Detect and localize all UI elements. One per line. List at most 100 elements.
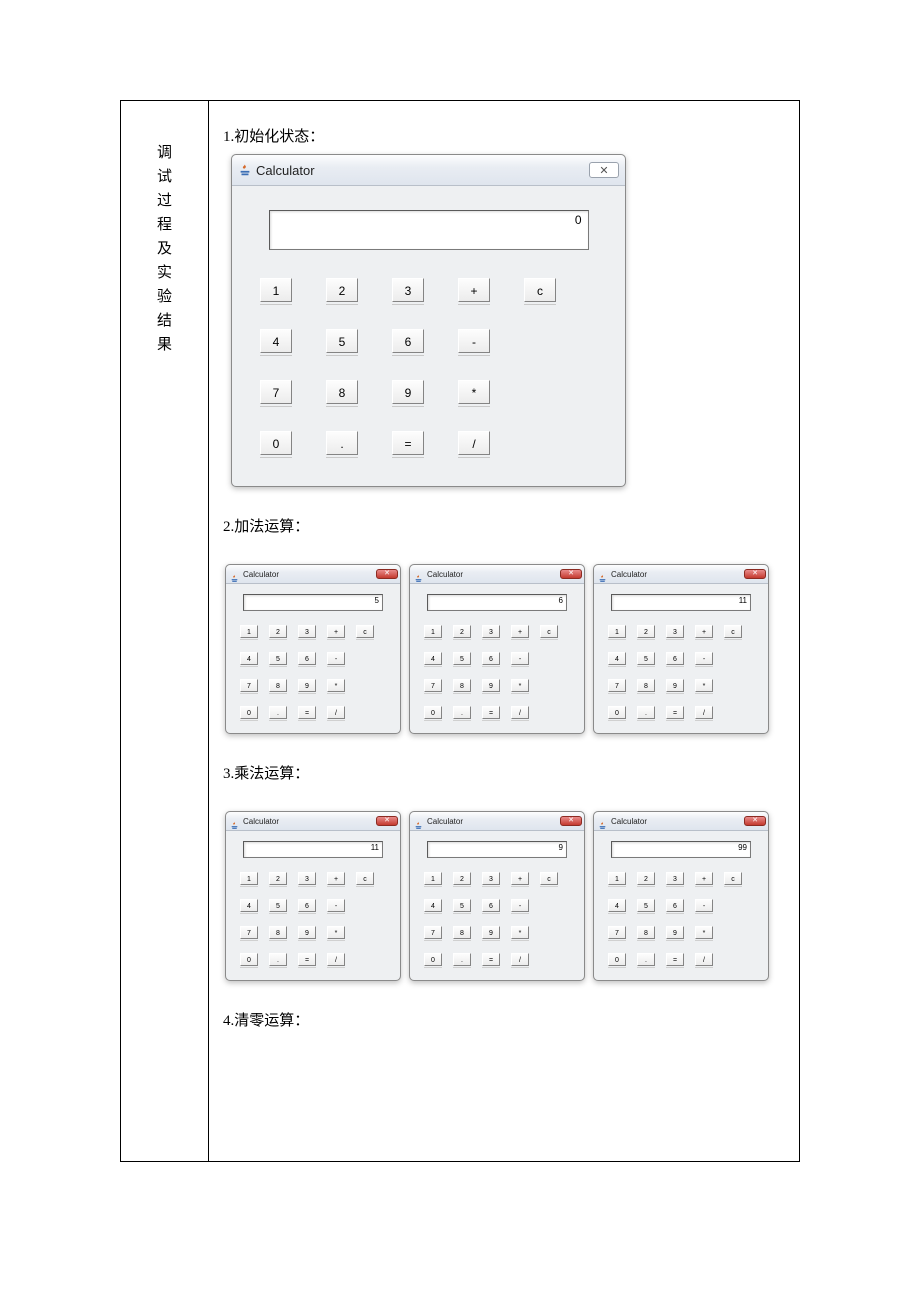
key-equals[interactable]: = bbox=[666, 706, 684, 719]
close-button[interactable]: ✕ bbox=[744, 569, 766, 579]
key-1[interactable]: 1 bbox=[424, 625, 442, 638]
key-clear[interactable]: c bbox=[356, 625, 374, 638]
key-divide[interactable]: / bbox=[695, 953, 713, 966]
key-multiply[interactable]: * bbox=[327, 679, 345, 692]
key-dot[interactable]: . bbox=[269, 953, 287, 966]
key-equals[interactable]: = bbox=[298, 953, 316, 966]
key-1[interactable]: 1 bbox=[240, 872, 258, 885]
key-minus[interactable]: - bbox=[327, 652, 345, 665]
key-6[interactable]: 6 bbox=[298, 652, 316, 665]
key-6[interactable]: 6 bbox=[482, 652, 500, 665]
key-2[interactable]: 2 bbox=[637, 872, 655, 885]
key-7[interactable]: 7 bbox=[260, 380, 292, 404]
key-2[interactable]: 2 bbox=[453, 872, 471, 885]
key-8[interactable]: 8 bbox=[637, 679, 655, 692]
key-4[interactable]: 4 bbox=[424, 652, 442, 665]
key-equals[interactable]: = bbox=[392, 431, 424, 455]
key-3[interactable]: 3 bbox=[666, 625, 684, 638]
key-9[interactable]: 9 bbox=[298, 926, 316, 939]
key-6[interactable]: 6 bbox=[482, 899, 500, 912]
key-minus[interactable]: - bbox=[327, 899, 345, 912]
key-equals[interactable]: = bbox=[482, 706, 500, 719]
key-4[interactable]: 4 bbox=[608, 899, 626, 912]
key-2[interactable]: 2 bbox=[269, 625, 287, 638]
key-divide[interactable]: / bbox=[511, 706, 529, 719]
key-4[interactable]: 4 bbox=[424, 899, 442, 912]
key-0[interactable]: 0 bbox=[240, 953, 258, 966]
key-clear[interactable]: c bbox=[724, 872, 742, 885]
key-3[interactable]: 3 bbox=[482, 872, 500, 885]
key-8[interactable]: 8 bbox=[453, 679, 471, 692]
key-dot[interactable]: . bbox=[326, 431, 358, 455]
key-1[interactable]: 1 bbox=[608, 625, 626, 638]
key-4[interactable]: 4 bbox=[260, 329, 292, 353]
key-0[interactable]: 0 bbox=[608, 953, 626, 966]
key-multiply[interactable]: * bbox=[695, 679, 713, 692]
key-dot[interactable]: . bbox=[637, 706, 655, 719]
close-button[interactable]: ✕ bbox=[376, 569, 398, 579]
key-clear[interactable]: c bbox=[540, 872, 558, 885]
close-button[interactable]: ✕ bbox=[376, 816, 398, 826]
key-minus[interactable]: - bbox=[511, 652, 529, 665]
key-3[interactable]: 3 bbox=[298, 872, 316, 885]
key-5[interactable]: 5 bbox=[269, 899, 287, 912]
key-7[interactable]: 7 bbox=[240, 679, 258, 692]
key-4[interactable]: 4 bbox=[608, 652, 626, 665]
key-3[interactable]: 3 bbox=[482, 625, 500, 638]
key-5[interactable]: 5 bbox=[637, 899, 655, 912]
key-dot[interactable]: . bbox=[453, 706, 471, 719]
key-plus[interactable]: + bbox=[458, 278, 490, 302]
key-divide[interactable]: / bbox=[695, 706, 713, 719]
key-equals[interactable]: = bbox=[666, 953, 684, 966]
key-2[interactable]: 2 bbox=[637, 625, 655, 638]
key-1[interactable]: 1 bbox=[424, 872, 442, 885]
key-clear[interactable]: c bbox=[724, 625, 742, 638]
close-button[interactable]: ✕ bbox=[560, 569, 582, 579]
key-equals[interactable]: = bbox=[298, 706, 316, 719]
key-divide[interactable]: / bbox=[458, 431, 490, 455]
key-6[interactable]: 6 bbox=[666, 652, 684, 665]
key-dot[interactable]: . bbox=[637, 953, 655, 966]
close-button[interactable]: ✕ bbox=[744, 816, 766, 826]
key-2[interactable]: 2 bbox=[269, 872, 287, 885]
key-multiply[interactable]: * bbox=[511, 926, 529, 939]
key-9[interactable]: 9 bbox=[666, 926, 684, 939]
key-dot[interactable]: . bbox=[453, 953, 471, 966]
key-minus[interactable]: - bbox=[511, 899, 529, 912]
key-9[interactable]: 9 bbox=[482, 679, 500, 692]
key-4[interactable]: 4 bbox=[240, 899, 258, 912]
key-7[interactable]: 7 bbox=[608, 679, 626, 692]
key-8[interactable]: 8 bbox=[269, 679, 287, 692]
key-1[interactable]: 1 bbox=[608, 872, 626, 885]
key-9[interactable]: 9 bbox=[298, 679, 316, 692]
key-minus[interactable]: - bbox=[695, 899, 713, 912]
key-6[interactable]: 6 bbox=[392, 329, 424, 353]
key-plus[interactable]: + bbox=[511, 625, 529, 638]
key-8[interactable]: 8 bbox=[326, 380, 358, 404]
key-1[interactable]: 1 bbox=[240, 625, 258, 638]
key-plus[interactable]: + bbox=[695, 872, 713, 885]
key-0[interactable]: 0 bbox=[424, 953, 442, 966]
key-6[interactable]: 6 bbox=[298, 899, 316, 912]
key-0[interactable]: 0 bbox=[260, 431, 292, 455]
key-0[interactable]: 0 bbox=[240, 706, 258, 719]
key-plus[interactable]: + bbox=[327, 872, 345, 885]
key-5[interactable]: 5 bbox=[269, 652, 287, 665]
key-4[interactable]: 4 bbox=[240, 652, 258, 665]
key-plus[interactable]: + bbox=[695, 625, 713, 638]
key-9[interactable]: 9 bbox=[392, 380, 424, 404]
key-8[interactable]: 8 bbox=[637, 926, 655, 939]
key-3[interactable]: 3 bbox=[392, 278, 424, 302]
key-divide[interactable]: / bbox=[327, 953, 345, 966]
key-5[interactable]: 5 bbox=[326, 329, 358, 353]
key-0[interactable]: 0 bbox=[608, 706, 626, 719]
key-dot[interactable]: . bbox=[269, 706, 287, 719]
key-1[interactable]: 1 bbox=[260, 278, 292, 302]
key-minus[interactable]: - bbox=[458, 329, 490, 353]
key-6[interactable]: 6 bbox=[666, 899, 684, 912]
key-multiply[interactable]: * bbox=[327, 926, 345, 939]
key-multiply[interactable]: * bbox=[511, 679, 529, 692]
key-7[interactable]: 7 bbox=[424, 926, 442, 939]
key-5[interactable]: 5 bbox=[637, 652, 655, 665]
key-clear[interactable]: c bbox=[540, 625, 558, 638]
